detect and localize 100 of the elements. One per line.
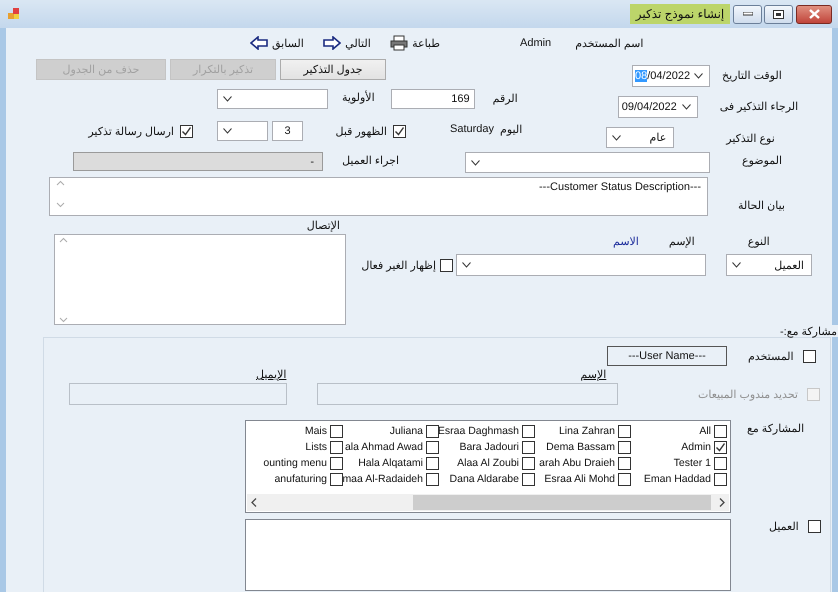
right-arrow-icon[interactable] <box>323 36 342 50</box>
form-button[interactable]: جدول التذكير <box>280 59 386 80</box>
day-value: Saturday <box>450 123 494 135</box>
checkbox[interactable] <box>714 440 727 454</box>
user-option[interactable]: Hala Alqatami <box>358 457 423 469</box>
printer-icon[interactable] <box>390 35 408 51</box>
dropdown-icon <box>682 104 691 110</box>
app-icon <box>8 8 20 20</box>
number-field[interactable]: 169 <box>390 89 475 109</box>
checkbox[interactable] <box>618 472 631 486</box>
checkbox[interactable] <box>522 440 535 454</box>
checkbox-label: الظهور قبل <box>334 125 387 138</box>
user-option[interactable]: Alaa Al Zoubi <box>457 457 519 469</box>
user-option[interactable]: Lists <box>305 441 327 453</box>
field-label: الموضوع <box>742 154 782 167</box>
close-icon <box>808 9 820 19</box>
group-title: مشاركة مع:- <box>778 325 838 337</box>
user-option[interactable]: Dema Bassam <box>546 441 615 453</box>
user-option[interactable]: Esraa Ali Mohd <box>544 473 615 485</box>
checkbox[interactable] <box>618 440 631 454</box>
user-option[interactable]: Tester 1 <box>674 457 711 469</box>
field-label: الأولوية <box>342 91 375 104</box>
checkbox[interactable] <box>330 440 343 454</box>
user-label: اسم المستخدم <box>575 36 644 50</box>
users-checked-list[interactable] <box>245 420 731 513</box>
scroll-arrows-icon <box>59 237 68 323</box>
user-option[interactable]: Dana Aldarabe <box>450 473 519 485</box>
toolbar-link[interactable]: طباعة <box>412 36 440 50</box>
checkbox[interactable] <box>618 424 631 438</box>
horizontal-scrollbar[interactable] <box>247 494 729 511</box>
name-field[interactable] <box>317 383 618 405</box>
dropdown-icon <box>471 160 480 166</box>
user-option[interactable]: Lina Zahran <box>558 425 615 437</box>
user-option[interactable]: Admin <box>681 441 711 453</box>
user-option[interactable]: Mais <box>304 425 327 437</box>
user-option[interactable]: All <box>699 425 711 437</box>
date-picker[interactable]: 09/04/2022 <box>618 96 698 118</box>
user-name: Admin <box>520 37 552 49</box>
user-option[interactable]: Eman Haddad <box>644 473 711 485</box>
checkbox[interactable] <box>330 472 343 486</box>
user-name-field[interactable]: ---User Name--- <box>607 346 727 366</box>
checkbox[interactable] <box>330 456 343 470</box>
customer-text-area[interactable] <box>245 519 731 591</box>
user-option[interactable]: ounting menu <box>263 457 327 469</box>
email-field[interactable] <box>69 383 287 405</box>
checkbox[interactable] <box>714 424 727 438</box>
checkbox[interactable] <box>802 350 816 362</box>
user-option[interactable]: Bara Jadouri <box>459 441 519 453</box>
user-option[interactable]: arah Abu Draieh <box>539 457 615 469</box>
left-arrow-icon[interactable] <box>250 36 268 50</box>
field-label: الإتصال <box>306 219 340 232</box>
checkbox[interactable] <box>522 424 535 438</box>
maximize-button[interactable] <box>764 4 793 24</box>
dropdown-icon <box>612 134 622 140</box>
user-option[interactable]: anufaturing <box>274 473 327 485</box>
checkbox[interactable] <box>714 456 727 470</box>
column-label: الإيميل <box>256 368 286 381</box>
checkbox[interactable] <box>714 472 727 486</box>
field-label: الرجاء التذكير فى <box>720 100 798 113</box>
checkbox[interactable] <box>330 424 343 438</box>
field-label: نوع التذكير <box>726 132 775 145</box>
name-value: الاسم <box>613 235 639 249</box>
checkbox[interactable] <box>180 125 193 138</box>
field-label: النوع <box>748 235 770 249</box>
checkbox[interactable] <box>618 456 631 470</box>
checkbox[interactable] <box>808 520 821 533</box>
checkbox[interactable] <box>426 440 439 454</box>
user-option[interactable]: Juliana <box>390 425 423 437</box>
checkbox-label: إظهار الغير فعال <box>360 258 436 272</box>
checkbox-label: المستخدم <box>748 350 794 362</box>
maximize-icon <box>773 10 784 18</box>
field-label: الوقت التاريخ <box>722 69 782 82</box>
checkbox-label: ارسال رسالة تذكير <box>86 125 174 138</box>
window-title: إنشاء نموذج تذكير <box>630 4 730 24</box>
user-option[interactable]: maa Al-Radaideh <box>342 473 423 485</box>
checkbox[interactable] <box>426 424 439 438</box>
checkbox[interactable] <box>426 456 439 470</box>
checkbox[interactable] <box>522 472 535 486</box>
toolbar-link[interactable]: السابق <box>272 36 304 50</box>
type-dropdown[interactable]: عام <box>606 127 674 148</box>
close-button[interactable] <box>796 4 832 24</box>
field-label: المشاركة مع <box>747 422 804 435</box>
field-label: اجراء العميل <box>341 154 399 167</box>
toolbar-link[interactable]: التالي <box>345 36 371 50</box>
status-text-area[interactable]: ---Customer Status Description--- <box>49 177 708 216</box>
scrollbar-thumb[interactable] <box>413 495 711 510</box>
field-label: اليوم <box>500 123 522 136</box>
number-field[interactable]: 3 <box>272 121 303 141</box>
dropdown-icon <box>732 262 741 268</box>
checkbox[interactable] <box>440 258 453 272</box>
minimize-button[interactable] <box>733 4 762 24</box>
column-label: الإسم <box>580 368 606 381</box>
checkbox[interactable] <box>426 472 439 486</box>
dropdown-icon <box>694 73 703 79</box>
user-option[interactable]: ala Ahmad Awad <box>344 441 423 453</box>
minimize-icon <box>742 12 752 16</box>
checkbox[interactable] <box>393 125 406 138</box>
date-picker[interactable]: 08/04/2022 <box>632 65 710 87</box>
checkbox[interactable] <box>522 456 535 470</box>
type-dropdown[interactable]: العميل <box>726 254 812 276</box>
